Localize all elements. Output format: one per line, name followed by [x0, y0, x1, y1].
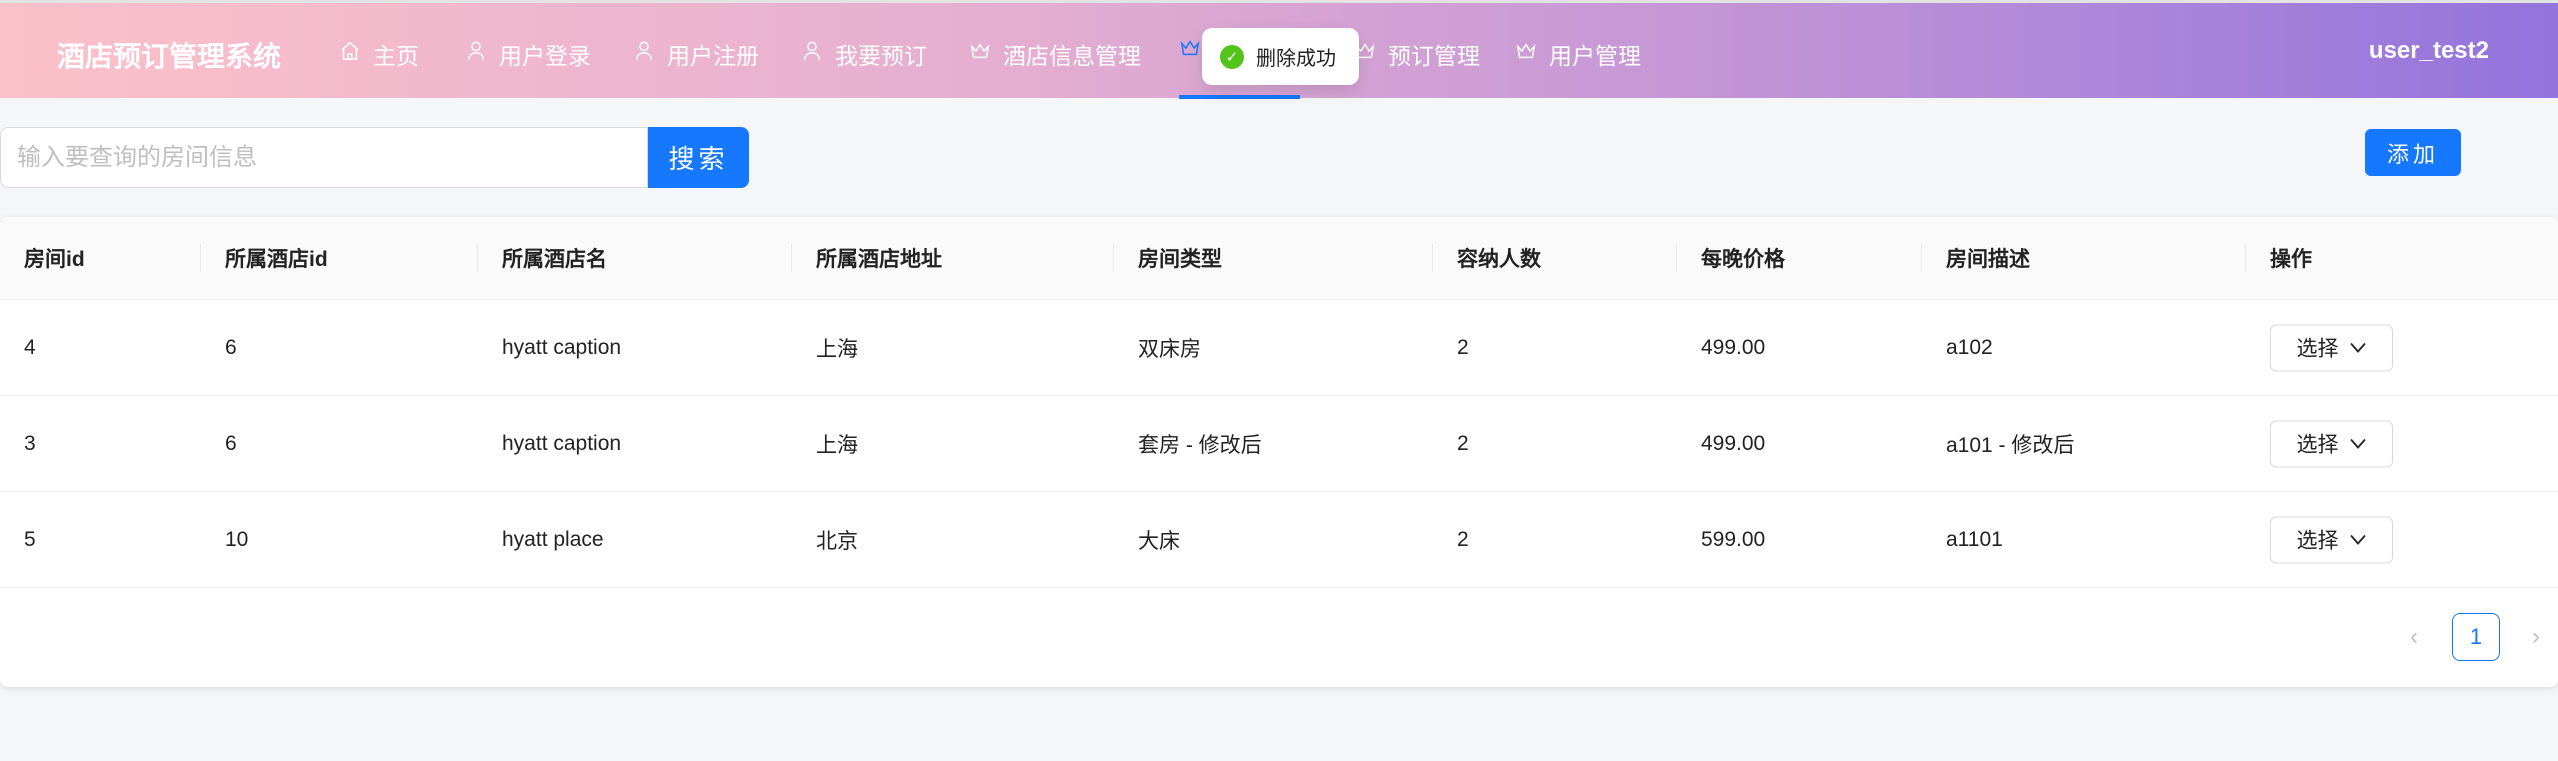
table-cell: a101 - 修改后: [1946, 433, 2075, 457]
table-cell: 大床: [1138, 529, 1180, 553]
active-tab-indicator: [1179, 95, 1300, 99]
add-button[interactable]: 添加: [2365, 129, 2461, 176]
chevron-down-icon: [2349, 432, 2367, 456]
nav-item-3[interactable]: 我要预订: [801, 37, 927, 71]
user-icon: [633, 40, 655, 68]
column-divider: [200, 244, 201, 272]
crown-icon: [1179, 37, 1201, 65]
column-header: 所属酒店地址: [816, 248, 942, 271]
search-input[interactable]: [0, 127, 648, 188]
table-row: 3 6 hyatt caption 上海 套房 - 修改后 2 499.00 a101 - 修…: [0, 396, 2558, 492]
nav-label: 用户登录: [499, 43, 591, 69]
action-select-dropdown[interactable]: 选择: [2270, 516, 2393, 563]
table-cell: 双床房: [1138, 337, 1201, 361]
chevron-down-icon: [2349, 528, 2367, 552]
table-cell: 2: [1457, 431, 1469, 455]
next-page-icon[interactable]: ›: [2532, 623, 2540, 651]
table-cell: 上海: [816, 337, 858, 361]
table-row: 5 10 hyatt place 北京 大床 2 599.00 a1101 选择: [0, 492, 2558, 588]
home-icon: [339, 40, 361, 68]
table-row: 4 6 hyatt caption 上海 双床房 2 499.00 a102 选择: [0, 300, 2558, 396]
nav-label: 预订管理: [1388, 43, 1480, 69]
action-label: 选择: [2296, 529, 2339, 553]
nav-label: 用户管理: [1549, 43, 1641, 69]
page-1-button[interactable]: 1: [2452, 613, 2500, 661]
success-toast: ✓ 删除成功: [1202, 28, 1359, 85]
table-cell: 6: [225, 335, 237, 359]
column-header: 房间id: [24, 248, 85, 271]
table-cell: 3: [24, 431, 36, 455]
username[interactable]: user_test2: [2369, 37, 2489, 65]
nav-item-7[interactable]: 用户管理: [1515, 37, 1641, 71]
table-cell: 499.00: [1701, 431, 1766, 455]
table-cell: 599.00: [1701, 527, 1766, 551]
table-cell: a102: [1946, 335, 1993, 359]
table-cell: 上海: [816, 433, 858, 457]
column-header: 所属酒店名: [502, 248, 607, 271]
nav-item-2[interactable]: 用户注册: [633, 37, 759, 71]
table-header: 房间id 所属酒店id 所属酒店名 所属酒店地址 房间类型 容纳人数 每晚价格 房间描述 操作: [0, 217, 2558, 300]
nav-label: 用户注册: [667, 43, 759, 69]
nav-item-0[interactable]: 主页: [339, 37, 419, 71]
check-circle-icon: ✓: [1220, 44, 1244, 69]
table-cell: 6: [225, 431, 237, 455]
crown-icon: [969, 40, 991, 68]
nav-item-4[interactable]: 酒店信息管理: [969, 37, 1141, 71]
table-cell: 4: [24, 335, 36, 359]
action-label: 选择: [2296, 337, 2339, 361]
prev-page-icon[interactable]: ‹: [2410, 623, 2418, 651]
column-divider: [1113, 244, 1114, 272]
search-button[interactable]: 搜索: [648, 127, 749, 188]
column-divider: [2245, 244, 2246, 272]
column-header: 房间类型: [1138, 248, 1222, 271]
table-cell: 套房 - 修改后: [1138, 433, 1262, 457]
user-icon: [465, 40, 487, 68]
action-select-dropdown[interactable]: 选择: [2270, 324, 2393, 371]
table-cell: 10: [225, 527, 249, 551]
table-cell: 北京: [816, 529, 858, 553]
action-label: 选择: [2296, 433, 2339, 457]
table-cell: hyatt caption: [502, 431, 622, 455]
table-cell: 2: [1457, 527, 1469, 551]
nav-label: 酒店信息管理: [1003, 43, 1141, 69]
column-divider: [1432, 244, 1433, 272]
column-header: 房间描述: [1946, 248, 2030, 271]
column-divider: [477, 244, 478, 272]
table-cell: hyatt place: [502, 527, 604, 551]
column-header: 所属酒店id: [225, 248, 328, 271]
column-divider: [1676, 244, 1677, 272]
nav-label: 我要预订: [835, 43, 927, 69]
column-divider: [1921, 244, 1922, 272]
table-cell: hyatt caption: [502, 335, 622, 359]
column-header: 每晚价格: [1701, 248, 1785, 271]
action-select-dropdown[interactable]: 选择: [2270, 420, 2393, 467]
nav-item-6[interactable]: 预订管理: [1354, 37, 1480, 71]
column-header: 操作: [2270, 248, 2312, 271]
toast-message: 删除成功: [1256, 48, 1336, 70]
app-logo: 酒店预订管理系统: [57, 41, 282, 72]
column-header: 容纳人数: [1457, 248, 1541, 271]
chevron-down-icon: [2349, 336, 2367, 360]
column-divider: [791, 244, 792, 272]
nav-item-1[interactable]: 用户登录: [465, 37, 591, 71]
table-cell: 2: [1457, 335, 1469, 359]
table-cell: 5: [24, 527, 36, 551]
crown-icon: [1515, 40, 1537, 68]
table-cell: 499.00: [1701, 335, 1766, 359]
room-table: 房间id 所属酒店id 所属酒店名 所属酒店地址 房间类型 容纳人数 每晚价格 房间描述 操作 …: [0, 217, 2558, 687]
nav-label: 主页: [373, 43, 419, 69]
user-icon: [801, 40, 823, 68]
table-cell: a1101: [1946, 527, 2003, 551]
